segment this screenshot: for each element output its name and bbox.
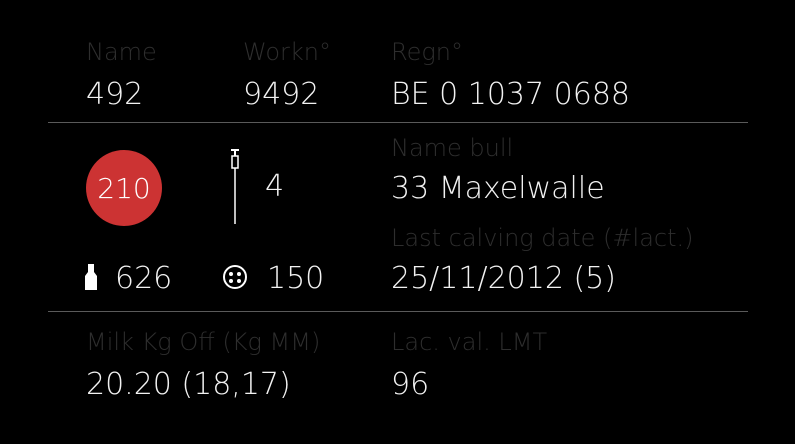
regn-label: Regn° <box>391 38 463 66</box>
lmt-value: 96 <box>391 367 430 402</box>
milk-total-value: 626 <box>115 261 173 296</box>
insemination-count: 4 <box>265 169 285 204</box>
workn-value: 9492 <box>243 77 320 112</box>
days-badge: 210 <box>86 150 162 226</box>
syringe-icon <box>228 148 242 230</box>
name-label: Name <box>86 38 157 66</box>
milk-label: Milk Kg Off (Kg MM) <box>86 328 321 356</box>
calving-value: 25/11/2012 (5) <box>391 261 616 296</box>
regn-value: BE 0 1037 0688 <box>391 77 630 112</box>
milk-value: 20.20 (18,17) <box>86 367 291 402</box>
divider-top <box>48 122 748 123</box>
milk-bottle-icon <box>84 264 98 294</box>
name-value: 492 <box>86 77 144 112</box>
divider-bottom <box>48 311 748 312</box>
bull-label: Name bull <box>391 134 514 162</box>
bull-value: 33 Maxelwalle <box>391 171 605 206</box>
calving-label: Last calving date (#lact.) <box>391 224 694 252</box>
days-value: 210 <box>97 171 151 205</box>
udder-icon <box>222 264 248 294</box>
cell-count-value: 150 <box>267 261 325 296</box>
lmt-label: Lac. val. LMT <box>391 328 548 356</box>
workn-label: Workn° <box>243 38 331 66</box>
